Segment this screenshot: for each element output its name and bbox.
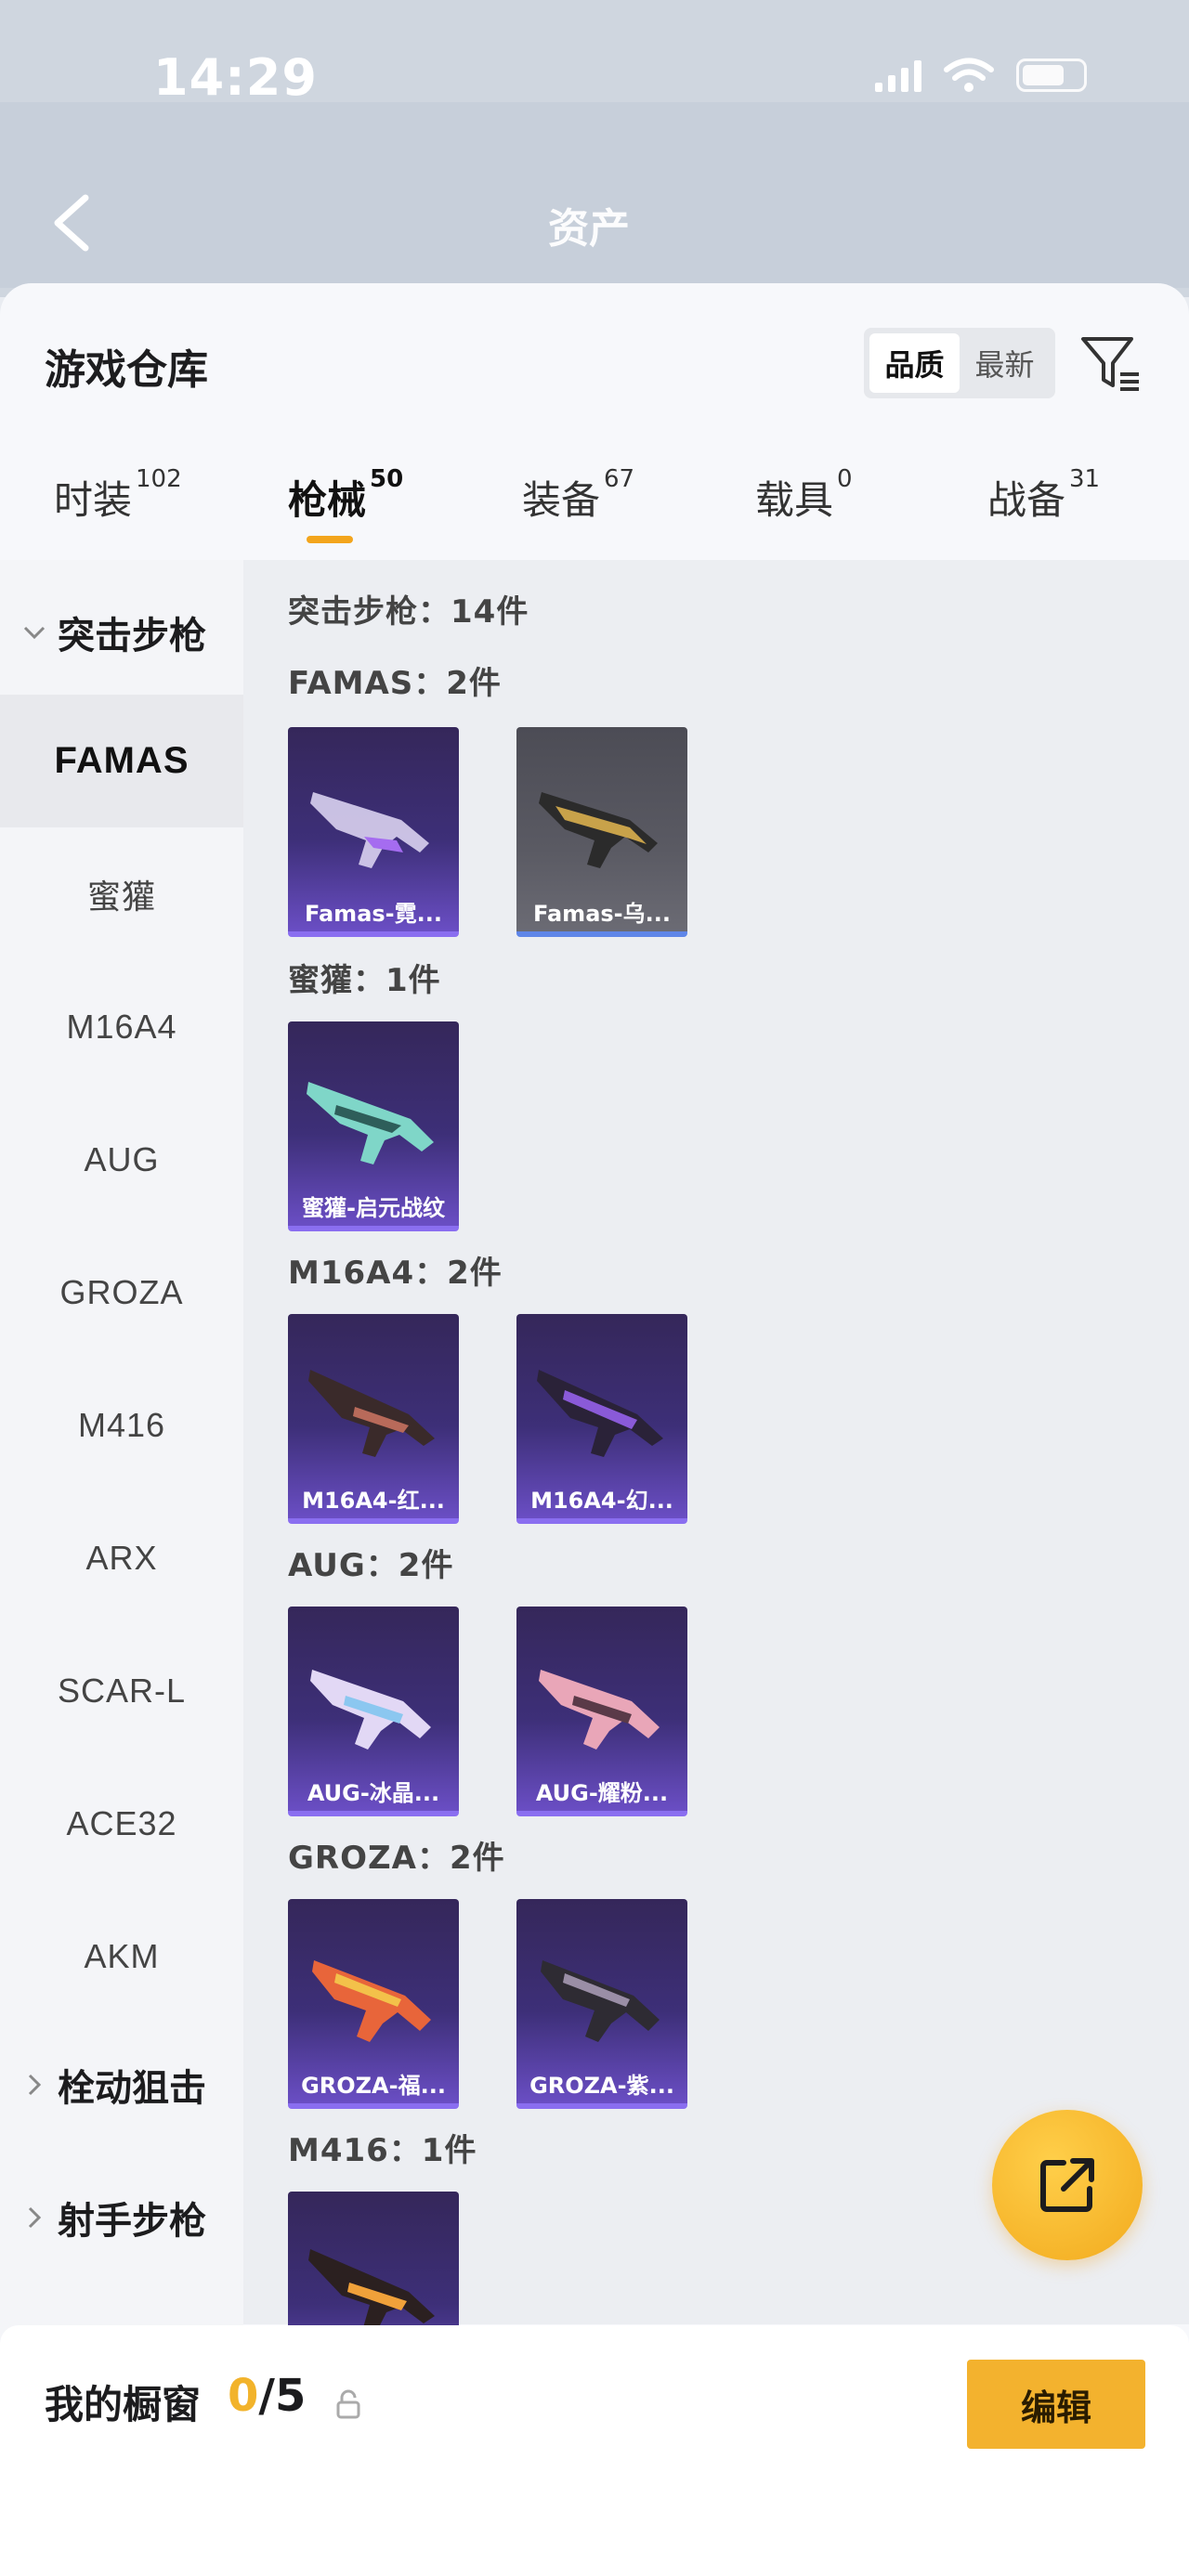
tab-label: 战备 [987, 477, 1066, 523]
section-heading: FAMAS：2件 [288, 665, 502, 702]
background-page-header: 14:29 资产 [0, 0, 1189, 297]
weapon-name: Famas-霓... [305, 901, 442, 927]
weapon-name: M16A4-红... [302, 1488, 445, 1514]
tab-count: 102 [136, 465, 182, 493]
status-icons [875, 58, 1087, 93]
weapon-name: Famas-乌... [533, 901, 671, 927]
rifle-icon [541, 1960, 660, 2042]
weapon-list: 突击步枪：14件 FAMAS：2件 Famas-霓... Famas-乌... … [243, 560, 1189, 2401]
wifi-icon [944, 58, 994, 92]
weapon-name: GROZA-福... [301, 2073, 446, 2099]
section-heading: GROZA：2件 [288, 1840, 505, 1877]
weapon-card[interactable]: M16A4-红... [288, 1314, 459, 1524]
tab-count: 50 [370, 465, 404, 493]
tab-vehicles[interactable]: 载具 0 [755, 465, 853, 526]
weapon-card[interactable]: Famas-霓... [288, 727, 459, 937]
showcase-title: 我的橱窗 [45, 2382, 202, 2427]
sidebar-group-assault-rifle[interactable]: 突击步枪 [0, 586, 243, 679]
back-arrow-icon[interactable] [45, 190, 97, 255]
tab-label: 时装 [54, 477, 133, 523]
sidebar-item-ace32[interactable]: ACE32 [0, 1757, 243, 1890]
tab-count: 67 [604, 465, 635, 493]
rifle-icon [312, 1960, 431, 2042]
share-icon [1040, 2158, 1094, 2212]
sidebar-item-m16a4[interactable]: M16A4 [0, 960, 243, 1093]
rifle-icon [310, 1670, 431, 1750]
chevron-right-icon [28, 2074, 42, 2096]
sidebar-item-m416[interactable]: M416 [0, 1359, 243, 1491]
lock-icon [336, 2389, 360, 2419]
sort-quality-button[interactable]: 品质 [869, 333, 960, 393]
warehouse-sheet: 游戏仓库 品质 最新 时装 102 枪械 50 装备 67 载具 0 战备 31 突击步枪… [0, 283, 1189, 2576]
weapon-card[interactable]: GROZA-紫... [516, 1899, 687, 2109]
sheet-title: 游戏仓库 [45, 346, 208, 394]
weapon-card[interactable]: M16A4-幻... [516, 1314, 687, 1524]
rifle-icon [539, 1670, 660, 1750]
rifle-icon [537, 1370, 663, 1457]
tab-count: 0 [837, 465, 853, 493]
sidebar-item-scar-l[interactable]: SCAR-L [0, 1624, 243, 1757]
share-button[interactable] [992, 2110, 1143, 2260]
sidebar-group-marksman[interactable]: 射手步枪 [0, 2171, 243, 2264]
weapon-name: AUG-冰晶... [307, 1780, 440, 1806]
weapon-name: GROZA-紫... [529, 2073, 674, 2099]
rifle-icon [308, 1370, 435, 1457]
showcase-bar: 我的橱窗 0/5 编辑 [0, 2325, 1189, 2576]
rifle-icon [310, 792, 429, 868]
rifle-icon [539, 792, 658, 868]
rifle-icon [308, 2249, 435, 2335]
tab-label: 枪械 [288, 477, 367, 523]
weapon-card[interactable]: 蜜獾-启元战纹 [288, 1021, 459, 1231]
weapon-name: AUG-耀粉... [535, 1780, 669, 1806]
weapon-card[interactable]: AUG-耀粉... [516, 1607, 687, 1816]
active-tab-indicator [307, 536, 353, 543]
tab-label: 装备 [522, 477, 601, 523]
sort-newest-button[interactable]: 最新 [960, 333, 1050, 393]
signal-icon [875, 59, 921, 92]
section-heading: AUG：2件 [288, 1547, 454, 1584]
tab-equipment[interactable]: 装备 67 [522, 465, 634, 526]
showcase-current: 0 [228, 2370, 259, 2422]
sidebar-item-arx[interactable]: ARX [0, 1491, 243, 1624]
filter-icon[interactable] [1078, 332, 1143, 397]
sidebar-group-label: 栓动狙击 [58, 2067, 206, 2110]
edit-button[interactable]: 编辑 [967, 2360, 1145, 2449]
weapon-name: 蜜獾-启元战纹 [302, 1195, 445, 1221]
weapon-sidebar: 突击步枪 FAMAS 蜜獾 M16A4 AUG GROZA M416 ARX S… [0, 560, 243, 2576]
showcase-max: /5 [258, 2370, 307, 2422]
showcase-count: 0/5 [228, 2370, 306, 2422]
weapon-card[interactable]: GROZA-福... [288, 1899, 459, 2109]
sidebar-item-akm[interactable]: AKM [0, 1890, 243, 2023]
section-heading: 蜜獾：1件 [288, 962, 441, 999]
section-heading: M16A4：2件 [288, 1255, 503, 1292]
battery-icon [1016, 59, 1087, 92]
sidebar-item-famas[interactable]: FAMAS [0, 695, 243, 827]
sidebar-group-bolt-sniper[interactable]: 栓动狙击 [0, 2038, 243, 2131]
tab-fashion[interactable]: 时装 102 [54, 465, 182, 526]
sidebar-item-groza[interactable]: GROZA [0, 1226, 243, 1359]
sort-toggle: 品质 最新 [864, 328, 1055, 398]
tab-count: 31 [1069, 465, 1101, 493]
status-time: 14:29 [153, 48, 318, 107]
category-tabs: 时装 102 枪械 50 装备 67 载具 0 战备 31 [0, 460, 1189, 562]
tab-guns[interactable]: 枪械 50 [288, 465, 403, 526]
weapon-card[interactable]: Famas-乌... [516, 727, 687, 937]
sidebar-group-label: 射手步枪 [58, 2200, 206, 2243]
sidebar-group-label: 突击步枪 [58, 615, 206, 657]
page-title: 资产 [548, 205, 630, 253]
section-heading: M416：1件 [288, 2132, 477, 2169]
tab-gear[interactable]: 战备 31 [987, 465, 1100, 526]
chevron-right-icon [28, 2206, 42, 2229]
category-total: 突击步枪：14件 [288, 593, 529, 631]
weapon-name: M16A4-幻... [530, 1488, 673, 1514]
tab-label: 载具 [755, 477, 834, 523]
sidebar-item-aug[interactable]: AUG [0, 1093, 243, 1226]
chevron-down-icon [23, 626, 46, 640]
weapon-card[interactable]: AUG-冰晶... [288, 1607, 459, 1816]
rifle-icon [307, 1082, 434, 1164]
sidebar-item-honey-badger[interactable]: 蜜獾 [0, 827, 243, 960]
